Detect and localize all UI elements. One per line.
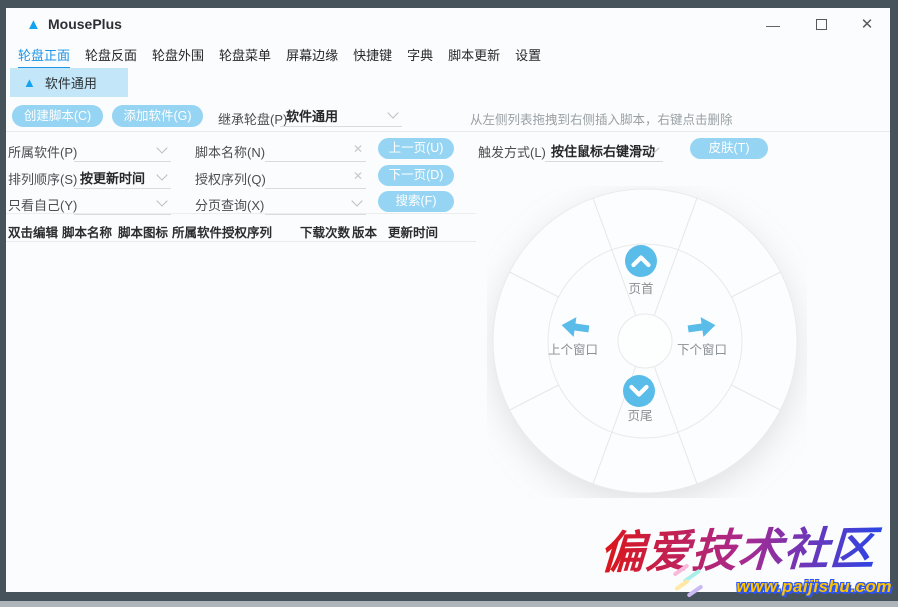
wheel-right-label: 下个窗口 [677,343,727,357]
tab-script-update[interactable]: 脚本更新 [448,45,500,69]
chevron-down-circle-icon [623,375,655,407]
order-filter-select[interactable]: 按更新时间 [74,165,171,189]
script-name-field-wrap: ✕ [265,138,366,162]
chevron-down-icon [387,107,398,118]
watermark-title: 偏爱技术社区 [580,511,896,581]
tab-wheel-front[interactable]: 轮盘正面 [18,45,70,69]
tab-wheel-outer[interactable]: 轮盘外围 [152,45,204,69]
col-software[interactable]: 所属软件 [172,222,222,241]
toolbar-divider [6,131,890,132]
serial-label: 授权序列(Q) [195,169,266,188]
chevron-down-icon [156,169,167,180]
col-update-time[interactable]: 更新时间 [388,222,438,241]
app-window: ▲ MousePlus — ✕ 轮盘正面 轮盘反面 轮盘外围 轮盘菜单 屏幕边缘… [6,8,890,592]
watermark-url: www.paijishu.com [646,577,892,597]
inherit-wheel-value: 软件通用 [286,106,338,125]
wheel-down-label: 页尾 [627,409,652,423]
maximize-icon [816,19,827,30]
col-version[interactable]: 版本 [352,222,377,241]
wheel-hub [618,314,672,368]
only-mine-filter-select[interactable] [74,191,171,215]
wheel-up-label: 页首 [628,282,653,296]
minimize-button[interactable]: — [762,14,784,36]
script-table-header: 双击编辑 脚本名称 脚本图标 所属软件 授权序列 下载次数 版本 更新时间 [6,213,476,242]
wheel-sector-up[interactable]: 页首 [625,245,657,296]
triangle-logo-icon: ▲ [23,75,36,90]
chevron-down-icon [156,195,167,206]
page-query-select[interactable] [265,191,366,215]
tab-wheel-menu[interactable]: 轮盘菜单 [219,45,271,69]
skin-button[interactable]: 皮肤(T) [690,138,768,159]
app-title: MousePlus [48,16,122,32]
inherit-wheel-select[interactable]: 软件通用 [280,103,402,127]
chevron-down-icon [351,195,362,206]
tab-settings[interactable]: 设置 [515,45,541,69]
wheel-preview: 页首 页尾 上个窗口 下个窗口 [487,186,807,498]
order-filter-label: 排列顺序(S) [8,169,77,188]
col-serial[interactable]: 授权序列 [222,222,272,241]
trigger-mode-value: 按住鼠标右键滑动 [551,141,655,160]
tab-screen-edge[interactable]: 屏幕边缘 [286,45,338,69]
order-filter-value: 按更新时间 [80,168,145,187]
script-name-input[interactable] [267,140,348,155]
tab-hotkeys[interactable]: 快捷键 [353,45,392,69]
prev-page-button[interactable]: 上一页(U) [378,138,454,159]
chevron-down-icon [156,142,167,153]
col-double-click-edit[interactable]: 双击编辑 [8,222,58,241]
close-button[interactable]: ✕ [856,14,878,36]
trigger-mode-select[interactable]: 按住鼠标右键滑动 [545,138,663,162]
script-name-label: 脚本名称(N) [195,142,265,161]
chevron-up-circle-icon [625,245,657,277]
next-page-button[interactable]: 下一页(D) [378,165,454,186]
drag-hint-text: 从左侧列表拖拽到右侧插入脚本，右键点击删除 [470,109,733,128]
group-tab-label: 软件通用 [45,73,97,92]
menu-tab-bar: 轮盘正面 轮盘反面 轮盘外围 轮盘菜单 屏幕边缘 快捷键 字典 脚本更新 设置 [18,45,882,69]
col-script-icon[interactable]: 脚本图标 [118,222,168,241]
tab-dictionary[interactable]: 字典 [407,45,433,69]
col-downloads[interactable]: 下载次数 [300,222,350,241]
serial-field-wrap: ✕ [265,165,366,189]
serial-input[interactable] [267,167,348,182]
wheel-left-label: 上个窗口 [548,343,598,357]
software-filter-select[interactable] [74,138,171,162]
app-logo-icon: ▲ [26,16,41,33]
trigger-mode-label: 触发方式(L) [478,142,546,161]
inherit-wheel-label: 继承轮盘(P) [218,109,287,128]
group-tab-software-general[interactable]: ▲ 软件通用 [10,68,128,97]
tab-wheel-back[interactable]: 轮盘反面 [85,45,137,69]
create-script-button[interactable]: 创建脚本(C) [12,105,103,127]
window-frame: ▲ MousePlus — ✕ 轮盘正面 轮盘反面 轮盘外围 轮盘菜单 屏幕边缘… [0,0,898,601]
software-filter-label: 所属软件(P) [8,142,77,161]
clear-icon[interactable]: ✕ [353,142,363,156]
maximize-button[interactable] [810,14,832,36]
clear-icon[interactable]: ✕ [353,169,363,183]
add-software-button[interactable]: 添加软件(G) [112,105,203,127]
wheel-sector-down[interactable]: 页尾 [623,375,655,423]
only-mine-filter-label: 只看自己(Y) [8,195,77,214]
search-button[interactable]: 搜索(F) [378,191,454,212]
col-script-name[interactable]: 脚本名称 [62,222,112,241]
page-query-label: 分页查询(X) [195,195,264,214]
